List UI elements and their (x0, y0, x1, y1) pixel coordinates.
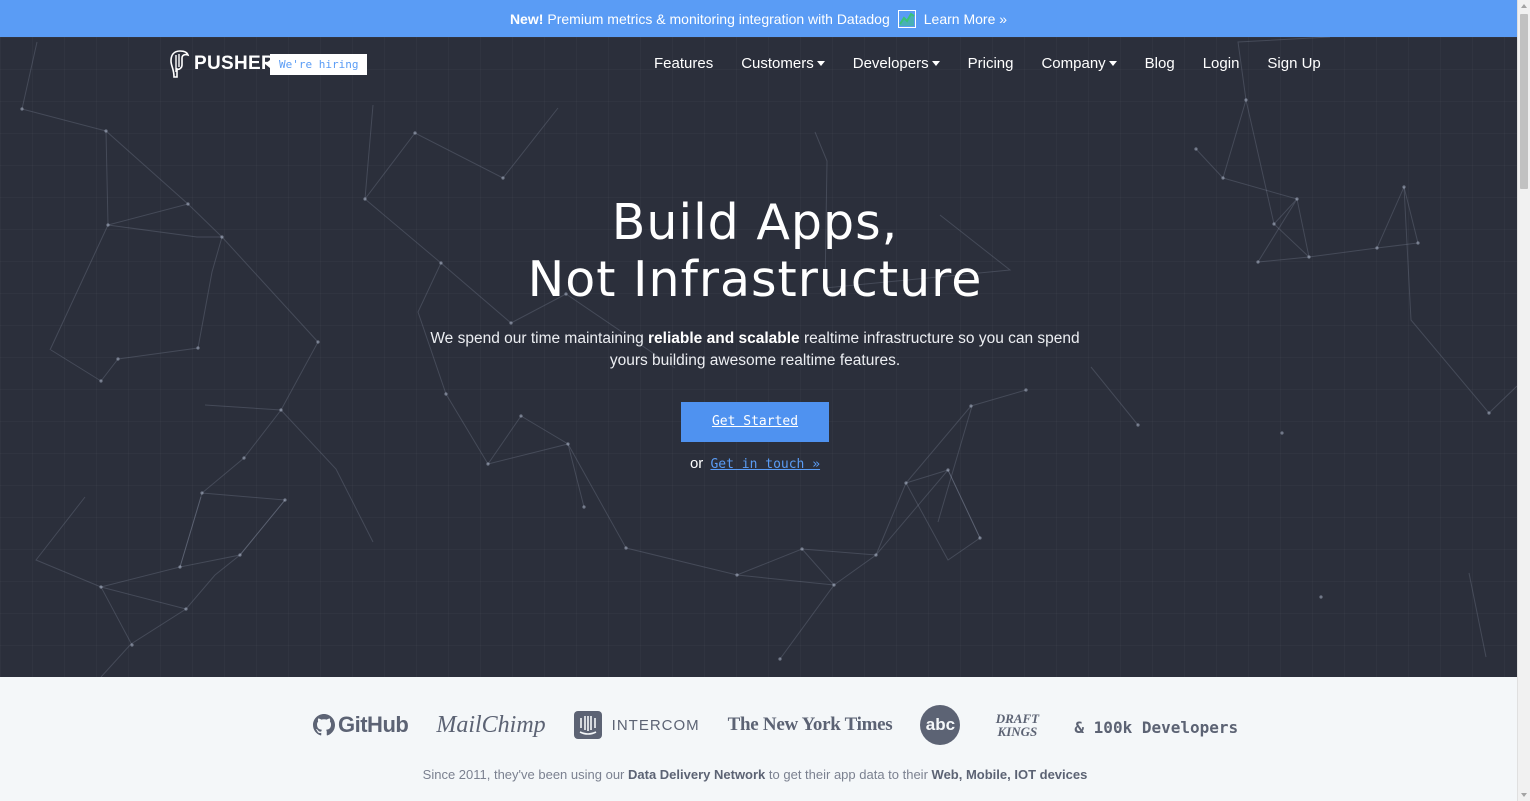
hero-title-line2: Not Infrastructure (527, 251, 983, 308)
nav-item-label: Company (1041, 55, 1106, 72)
since-mid: to get their app data to their (768, 767, 928, 782)
or-label: or (689, 455, 704, 472)
nav-item-label: Pricing (967, 55, 1014, 72)
nav-item-label: Sign Up (1267, 55, 1321, 72)
since-pre: Since 2011, they've been using our (422, 767, 625, 782)
hiring-badge[interactable]: We're hiring (264, 54, 368, 75)
nav-item-pricing[interactable]: Pricing (968, 55, 1014, 72)
github-wordmark: GitHub (338, 712, 409, 737)
scrollbar-thumb[interactable] (1520, 14, 1528, 189)
nyt-wordmark: The New York Times (727, 714, 893, 735)
abc-logo: abc (920, 705, 961, 745)
contact-line: or Get in touch » (0, 455, 1510, 472)
client-logos: GitHub MailChimp INTERCOM The New York T… (313, 705, 1238, 745)
page-scrollbar[interactable] (1517, 0, 1530, 801)
pusher-logo[interactable]: PUSHER (170, 50, 275, 78)
pusher-logo-icon (170, 50, 190, 78)
hero-title-line1: Build Apps, (611, 194, 899, 251)
nav-item-signup[interactable]: Sign Up (1267, 55, 1320, 72)
intercom-icon (573, 711, 602, 739)
caret-down-icon (1108, 61, 1117, 66)
nav-item-label: Customers (741, 55, 814, 72)
mailchimp-logo: MailChimp (436, 712, 545, 739)
nav-item-label: Blog (1144, 55, 1175, 72)
top-navigation: PUSHER We're hiring Features Customers D… (0, 37, 1517, 91)
nav-item-label: Features (654, 55, 714, 72)
since-bold-network: Data Delivery Network (628, 767, 766, 782)
intercom-wordmark: INTERCOM (611, 716, 700, 734)
nav-item-login[interactable]: Login (1203, 55, 1240, 72)
abc-wordmark: abc (920, 705, 961, 745)
clients-section: GitHub MailChimp INTERCOM The New York T… (0, 677, 1517, 801)
scroll-down-icon[interactable] (1521, 793, 1527, 797)
nav-item-developers[interactable]: Developers (853, 55, 940, 72)
nav-item-customers[interactable]: Customers (741, 55, 825, 72)
nav-item-features[interactable]: Features (654, 55, 713, 72)
announcement-new-label: New! (509, 10, 544, 27)
caret-down-icon (931, 61, 940, 66)
nav-item-company[interactable]: Company (1041, 55, 1117, 72)
github-octocat-icon (313, 714, 335, 736)
nav-item-label: Developers (852, 55, 929, 72)
hero-content: Build Apps, Not Infrastructure We spend … (0, 194, 1510, 472)
announcement-message: Premium metrics & monitoring integration… (547, 10, 890, 27)
announcement-bar: New! Premium metrics & monitoring integr… (0, 0, 1517, 37)
more-developers-label: & 100k Developers (1074, 717, 1239, 737)
hero-subtitle: We spend our time maintaining reliable a… (420, 328, 1090, 372)
datadog-chart-icon (897, 9, 916, 28)
main-menu: Features Customers Developers Pricing Co… (654, 55, 1321, 72)
nav-item-blog[interactable]: Blog (1145, 55, 1175, 72)
nyt-logo: The New York Times (728, 714, 893, 736)
hero-section: PUSHER We're hiring Features Customers D… (0, 37, 1517, 677)
since-text: Since 2011, they've been using our Data … (0, 767, 1510, 782)
hero-subtitle-bold: reliable and scalable (648, 330, 800, 347)
scroll-up-icon[interactable] (1521, 4, 1527, 8)
get-in-touch-link[interactable]: Get in touch » (710, 457, 820, 472)
draftkings-wordmark: DRAFT KINGS (995, 711, 1040, 739)
caret-down-icon (816, 61, 825, 66)
learn-more-link[interactable]: Learn More » (924, 11, 1007, 27)
draftkings-logo: DRAFT KINGS (988, 712, 1046, 738)
nav-item-label: Login (1202, 55, 1240, 72)
hero-subtitle-pre: We spend our time maintaining (430, 330, 644, 347)
github-logo: GitHub (313, 712, 409, 738)
pusher-wordmark: PUSHER (194, 53, 275, 74)
mailchimp-wordmark: MailChimp (436, 711, 546, 738)
get-started-button[interactable]: Get Started (681, 402, 829, 442)
intercom-logo: INTERCOM (573, 711, 700, 739)
since-bold-devices: Web, Mobile, IOT devices (931, 767, 1088, 782)
